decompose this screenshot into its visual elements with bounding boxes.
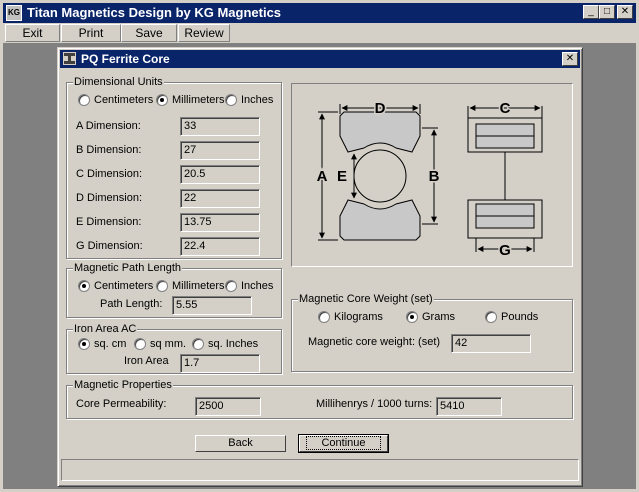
core-weight-field[interactable]: 42 — [451, 334, 531, 353]
radio-mpl-millimeters-label: Millimeters — [172, 280, 225, 292]
iron-area-field[interactable]: 1.7 — [180, 354, 260, 373]
pq-core-diagram: D A E B C G — [315, 99, 543, 261]
e-dimension-label: E Dimension: — [76, 216, 142, 228]
g-dimension-label: G Dimension: — [76, 240, 143, 252]
close-button[interactable]: ✕ — [617, 5, 633, 19]
dimensional-units-group: Dimensional Units Centimeters Millimeter… — [66, 76, 282, 259]
continue-button[interactable]: Continue — [298, 434, 389, 453]
iron-area-field-label: Iron Area — [124, 355, 169, 367]
d-dimension-field[interactable]: 22 — [180, 189, 260, 208]
radio-du-centimeters[interactable] — [78, 94, 90, 106]
iron-area-group: Iron Area AC sq. cm sq mm. sq. Inches Ir… — [66, 323, 282, 374]
diagram-label-c: C — [500, 100, 511, 117]
pq-ferrite-core-dialog: PQ Ferrite Core ✕ Dimensional Units Cent… — [57, 47, 583, 487]
radio-ia-sq-mm-label: sq mm. — [150, 338, 187, 350]
radio-cw-grams[interactable] — [406, 311, 418, 323]
magnetic-path-length-group: Magnetic Path Length Centimeters Millime… — [66, 262, 282, 318]
millihenrys-field[interactable]: 5410 — [436, 397, 502, 416]
radio-cw-pounds[interactable] — [485, 311, 497, 323]
magnetic-properties-label: Magnetic Properties — [73, 379, 173, 391]
menu-exit[interactable]: Exit — [5, 24, 60, 42]
radio-cw-kilograms-label: Kilograms — [334, 311, 383, 323]
dialog-close-button[interactable]: ✕ — [562, 52, 578, 66]
path-length-field[interactable]: 5.55 — [172, 296, 252, 315]
c-dimension-label: C Dimension: — [76, 168, 143, 180]
radio-du-millimeters-label: Millimeters — [172, 94, 225, 106]
magnetic-path-length-label: Magnetic Path Length — [73, 262, 183, 274]
minimize-button[interactable]: _ — [583, 5, 599, 19]
radio-cw-grams-label: Grams — [422, 311, 455, 323]
app-icon: KG — [6, 5, 22, 21]
maximize-button[interactable]: □ — [599, 5, 615, 19]
radio-cw-pounds-label: Pounds — [501, 311, 539, 323]
a-dimension-label: A Dimension: — [76, 120, 141, 132]
menu-review[interactable]: Review — [178, 24, 230, 42]
menu-save[interactable]: Save — [121, 24, 177, 42]
b-dimension-field[interactable]: 27 — [180, 141, 260, 160]
main-window: KG Titan Magnetics Design by KG Magnetic… — [0, 0, 639, 492]
dialog-titlebar[interactable]: PQ Ferrite Core ✕ — [60, 50, 580, 68]
diagram-label-a: A — [317, 168, 328, 185]
radio-ia-sq-inches[interactable] — [192, 338, 204, 350]
menu-print[interactable]: Print — [61, 24, 121, 42]
b-dimension-label: B Dimension: — [76, 144, 142, 156]
millihenrys-label: Millihenrys / 1000 turns: — [316, 398, 433, 410]
radio-du-millimeters[interactable] — [156, 94, 168, 106]
core-icon — [63, 52, 76, 65]
core-weight-label: Magnetic Core Weight (set) — [298, 293, 434, 305]
status-bar — [61, 459, 579, 481]
dimensional-units-label: Dimensional Units — [73, 76, 164, 88]
diagram-label-g: G — [499, 242, 511, 259]
radio-mpl-inches-label: Inches — [241, 280, 274, 292]
dialog-title: PQ Ferrite Core — [81, 52, 170, 66]
magnetic-properties-group: Magnetic Properties Core Permeability: 2… — [66, 379, 573, 419]
radio-du-inches-label: Inches — [241, 94, 274, 106]
continue-button-label: Continue — [306, 436, 381, 450]
a-dimension-field[interactable]: 33 — [180, 117, 260, 136]
app-title: Titan Magnetics Design by KG Magnetics — [27, 5, 282, 20]
d-dimension-label: D Dimension: — [76, 192, 143, 204]
iron-area-label: Iron Area AC — [73, 323, 138, 335]
back-button[interactable]: Back — [195, 435, 286, 452]
radio-du-centimeters-label: Centimeters — [94, 94, 154, 106]
c-dimension-field[interactable]: 20.5 — [180, 165, 260, 184]
core-permeability-field[interactable]: 2500 — [195, 397, 261, 416]
radio-ia-sq-inches-label: sq. Inches — [208, 338, 259, 350]
path-length-label: Path Length: — [100, 298, 163, 310]
radio-mpl-inches[interactable] — [225, 280, 237, 292]
core-weight-field-label: Magnetic core weight: (set) — [308, 336, 441, 348]
radio-ia-sq-cm-label: sq. cm — [94, 338, 127, 350]
radio-du-inches[interactable] — [225, 94, 237, 106]
menu-bar: Exit Print Save Review — [3, 24, 636, 42]
radio-mpl-centimeters[interactable] — [78, 280, 90, 292]
g-dimension-field[interactable]: 22.4 — [180, 237, 260, 256]
core-permeability-label: Core Permeability: — [76, 398, 167, 410]
radio-ia-sq-mm[interactable] — [134, 338, 146, 350]
core-diagram-panel: D A E B C G — [291, 83, 573, 267]
diagram-label-d: D — [375, 100, 386, 117]
core-weight-group: Magnetic Core Weight (set) Kilograms Gra… — [291, 293, 573, 372]
app-titlebar[interactable]: KG Titan Magnetics Design by KG Magnetic… — [3, 3, 636, 23]
e-dimension-field[interactable]: 13.75 — [180, 213, 260, 232]
radio-cw-kilograms[interactable] — [318, 311, 330, 323]
radio-ia-sq-cm[interactable] — [78, 338, 90, 350]
radio-mpl-millimeters[interactable] — [156, 280, 168, 292]
radio-mpl-centimeters-label: Centimeters — [94, 280, 154, 292]
diagram-label-e: E — [337, 168, 347, 185]
diagram-label-b: B — [429, 168, 440, 185]
